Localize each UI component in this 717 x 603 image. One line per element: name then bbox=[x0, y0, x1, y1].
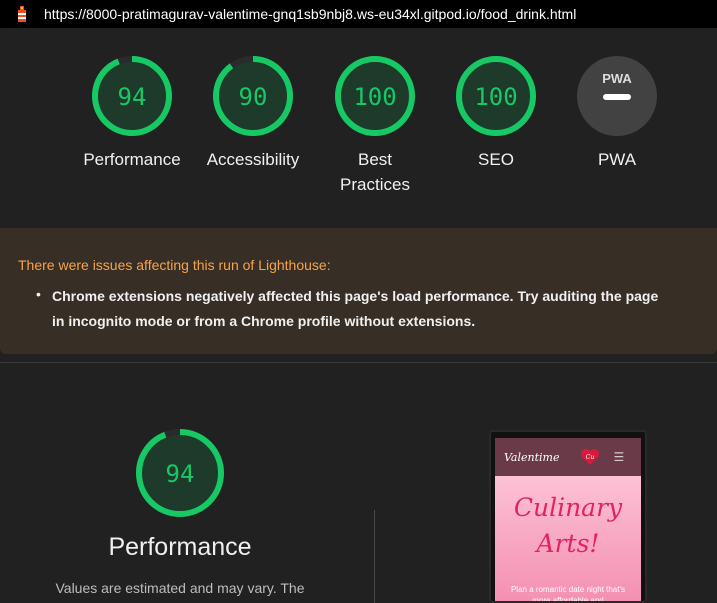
lighthouse-icon bbox=[14, 5, 30, 23]
gauge-seo[interactable]: 100 SEO bbox=[436, 55, 556, 172]
gauge-accessibility[interactable]: 90 Accessibility bbox=[193, 55, 313, 172]
gauge-ring: 90 bbox=[213, 56, 293, 136]
page-url[interactable]: https://8000-pratimagurav-valentime-gnq1… bbox=[44, 6, 576, 22]
performance-score: 94 bbox=[166, 460, 195, 488]
gauge-ring: 100 bbox=[456, 56, 536, 136]
gauge-ring: 100 bbox=[335, 56, 415, 136]
gauge-pwa[interactable]: PWA PWA bbox=[557, 55, 677, 172]
gauge-score: 90 bbox=[239, 83, 268, 111]
section-divider bbox=[0, 362, 717, 363]
gauge-performance[interactable]: 94 Performance bbox=[72, 55, 192, 172]
preview-hero-heading: Culinary Arts! bbox=[495, 490, 641, 562]
gauge-score: 100 bbox=[353, 83, 396, 111]
warning-item: Chrome extensions negatively affected th… bbox=[52, 284, 717, 334]
pwa-badge-text: PWA bbox=[602, 71, 632, 86]
gauge-label: SEO bbox=[478, 150, 514, 169]
gauge-label: Best Practices bbox=[315, 147, 435, 197]
gauge-ring: 94 bbox=[136, 429, 224, 517]
gauge-label: Accessibility bbox=[206, 150, 300, 169]
hamburger-menu-icon: ☰ bbox=[613, 450, 625, 464]
warning-list: • Chrome extensions negatively affected … bbox=[36, 284, 717, 334]
gauge-ring: 94 bbox=[92, 56, 172, 136]
hero-line: Culinary bbox=[513, 493, 623, 522]
gauge-score: 100 bbox=[474, 83, 517, 111]
gauge-label: Performance bbox=[83, 150, 181, 169]
preview-hero-text: Plan a romantic date night that's more a… bbox=[510, 585, 626, 603]
screenshot-preview[interactable]: Valentime Cu ☰ Culinary Arts! Plan a rom… bbox=[489, 430, 647, 603]
gauge-label-line: Practices bbox=[340, 175, 410, 194]
gauge-label-line: Best bbox=[357, 150, 393, 169]
warning-title: There were issues affecting this run of … bbox=[18, 257, 331, 273]
gauge-best-practices[interactable]: 100 Best Practices bbox=[315, 55, 435, 197]
performance-title: Performance bbox=[108, 533, 252, 561]
warning-line: Chrome extensions negatively affected th… bbox=[52, 288, 659, 304]
performance-gauge: 94 bbox=[135, 428, 225, 523]
gauge-label: PWA bbox=[597, 150, 637, 169]
preview-hero: Culinary Arts! Plan a romantic date nigh… bbox=[495, 476, 641, 603]
bullet-icon: • bbox=[36, 286, 41, 302]
heart-text: Cu bbox=[586, 454, 595, 461]
gauge-score: 94 bbox=[118, 83, 147, 111]
browser-topbar: https://8000-pratimagurav-valentime-gnq1… bbox=[0, 0, 717, 28]
score-gauges: 94 Performance 90 Accessibility 100 Best… bbox=[0, 28, 717, 228]
lighthouse-warning: There were issues affecting this run of … bbox=[0, 228, 717, 354]
preview-brand: Valentime bbox=[504, 450, 560, 464]
hero-line: Arts! bbox=[536, 529, 600, 558]
preview-navbar: Valentime Cu ☰ bbox=[495, 438, 641, 476]
warning-line: in incognito mode or from a Chrome profi… bbox=[52, 313, 476, 329]
vertical-divider bbox=[374, 510, 375, 603]
performance-subtitle: Values are estimated and may vary. The bbox=[55, 580, 305, 596]
heart-icon: Cu bbox=[579, 447, 601, 467]
pwa-badge-icon: PWA bbox=[577, 56, 657, 136]
